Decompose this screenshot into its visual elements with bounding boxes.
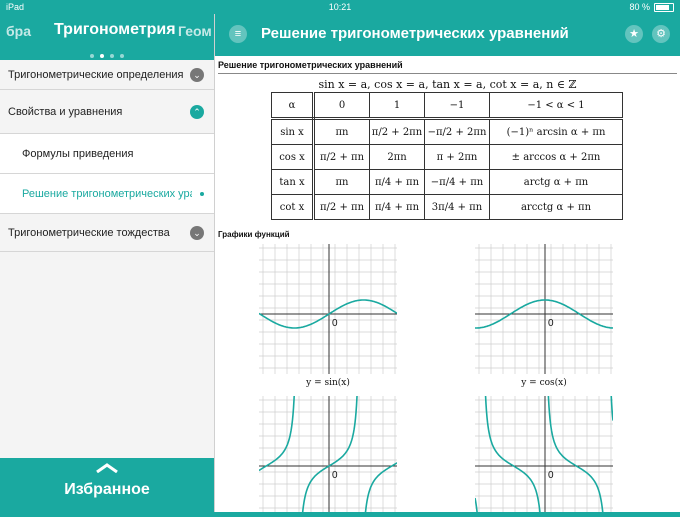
active-dot-icon bbox=[200, 191, 204, 196]
table-cell: arcctg α + πn bbox=[489, 194, 623, 220]
clock: 10:21 bbox=[328, 2, 352, 12]
favorites-label: Избранное bbox=[64, 481, 150, 498]
table-cell: π + 2πn bbox=[424, 144, 490, 170]
table-cell: π/4 + πn bbox=[369, 169, 425, 195]
table-cell: 2πn bbox=[369, 144, 425, 170]
table-cell: 3π/4 + πn bbox=[424, 194, 490, 220]
top-bar: ≡ Решение тригонометрических уравнений ★… bbox=[215, 14, 680, 56]
table-cell: (−1)ⁿ arcsin α + πn bbox=[489, 118, 623, 145]
table-cell: π/2 + πn bbox=[313, 144, 370, 170]
table-cell: tan x bbox=[271, 169, 315, 195]
sin-plot: 0 bbox=[258, 244, 398, 374]
table-cell: −π/4 + πn bbox=[424, 169, 490, 195]
table-row: cot x π/2 + πn π/4 + πn 3π/4 + πn arcctg… bbox=[271, 194, 623, 220]
table-cell: −1 bbox=[424, 92, 490, 120]
table-row: cos x π/2 + πn 2πn π + 2πn ± arccos α + … bbox=[271, 144, 623, 170]
sidebar-item-label: Решение тригонометрических урав bbox=[22, 187, 192, 200]
sidebar-item-label: Тригонометрические определения bbox=[8, 68, 184, 81]
chevron-up-icon bbox=[0, 461, 214, 475]
sidebar-item-definitions[interactable]: Тригонометрические определения ⌄ bbox=[0, 60, 214, 90]
function-curve bbox=[258, 388, 296, 472]
sidebar-item-solving[interactable]: Решение тригонометрических урав bbox=[0, 174, 214, 214]
battery-status: 80 % bbox=[629, 2, 674, 12]
content-panel: ≡ Решение тригонометрических уравнений ★… bbox=[215, 0, 680, 517]
chevron-down-icon: ⌄ bbox=[190, 67, 204, 82]
origin-label: 0 bbox=[548, 318, 554, 329]
table-row: tan x πn π/4 + πn −π/4 + πn arctg α + πn bbox=[271, 169, 623, 195]
tan-plot: 0 bbox=[258, 384, 398, 517]
battery-icon bbox=[654, 2, 674, 12]
table-cell: 0 bbox=[313, 92, 370, 120]
function-curve bbox=[484, 381, 542, 517]
origin-label: 0 bbox=[332, 470, 338, 481]
chevron-down-icon: ⌄ bbox=[190, 225, 204, 240]
table-cell: ± arccos α + 2πn bbox=[489, 144, 623, 170]
sidebar-item-label: Свойства и уравнения bbox=[8, 105, 123, 118]
sidebar-item-label: Формулы приведения bbox=[22, 147, 134, 160]
function-curve bbox=[474, 497, 479, 517]
origin-label: 0 bbox=[548, 470, 554, 481]
graph-tan: 0 bbox=[258, 384, 398, 517]
sidebar: бра Тригонометрия Геом Тригонометрически… bbox=[0, 0, 215, 512]
graphs-title: Графики функций bbox=[218, 230, 290, 239]
function-curve bbox=[547, 386, 605, 517]
table-cell: α bbox=[271, 92, 315, 120]
gear-icon[interactable]: ⚙ bbox=[652, 25, 670, 43]
section-switcher[interactable]: бра Тригонометрия Геом bbox=[0, 14, 214, 60]
section-heading: Решение тригонометрических уравнений bbox=[218, 60, 403, 70]
graph-caption: y = sin(x) bbox=[306, 378, 350, 388]
sidebar-item-label: Тригонометрические тождества bbox=[8, 226, 170, 239]
table-row: sin x πn π/2 + 2πn −π/2 + 2πn (−1)ⁿ arcs… bbox=[271, 118, 623, 145]
graph-sin: 0 y = sin(x) bbox=[258, 244, 398, 394]
star-icon[interactable]: ★ bbox=[625, 25, 643, 43]
function-curve bbox=[364, 462, 398, 517]
table-cell: πn bbox=[313, 169, 370, 195]
battery-percent: 80 % bbox=[629, 2, 650, 12]
cos-plot: 0 bbox=[475, 244, 614, 374]
status-bar: iPad 10:21 80 % bbox=[0, 0, 680, 14]
page-title: Решение тригонометрических уравнений bbox=[261, 25, 569, 42]
cot-plot: 0 bbox=[474, 376, 614, 517]
table-cell: sin x bbox=[271, 118, 315, 145]
table-cell: arctg α + πn bbox=[489, 169, 623, 195]
favorites-button[interactable]: Избранное bbox=[0, 458, 214, 512]
table-header-row: α 0 1 −1 −1 < α < 1 bbox=[271, 92, 623, 120]
origin-label: 0 bbox=[332, 318, 338, 329]
graph-cos: 0 y = cos(x) bbox=[475, 244, 614, 394]
table-cell: π/2 + 2πn bbox=[369, 118, 425, 145]
sidebar-item-reduction[interactable]: Формулы приведения bbox=[0, 134, 214, 174]
chevron-up-icon: ⌃ bbox=[190, 104, 204, 119]
table-cell: −1 < α < 1 bbox=[489, 92, 623, 120]
equations-formula: sin x = a, cos x = a, tan x = a, cot x =… bbox=[318, 78, 577, 91]
graph-cot: 0 bbox=[474, 376, 614, 517]
table-cell: 1 bbox=[369, 92, 425, 120]
current-section: Тригонометрия bbox=[54, 21, 176, 38]
sidebar-item-identities[interactable]: Тригонометрические тождества ⌄ bbox=[0, 214, 214, 252]
table-cell: π/2 + πn bbox=[313, 194, 370, 220]
sidebar-item-properties[interactable]: Свойства и уравнения ⌃ bbox=[0, 90, 214, 134]
table-cell: π/4 + πn bbox=[369, 194, 425, 220]
menu-icon[interactable]: ≡ bbox=[229, 25, 247, 43]
graph-caption: y = cos(x) bbox=[521, 378, 567, 388]
table-cell: cos x bbox=[271, 144, 315, 170]
next-section[interactable]: Геом bbox=[178, 23, 212, 39]
table-cell: πn bbox=[313, 118, 370, 145]
table-cell: −π/2 + 2πn bbox=[424, 118, 490, 145]
solutions-table: α 0 1 −1 −1 < α < 1 sin x πn π/2 + 2πn −… bbox=[271, 92, 623, 220]
table-cell: cot x bbox=[271, 194, 315, 220]
divider bbox=[218, 73, 677, 74]
prev-section[interactable]: бра bbox=[6, 23, 31, 39]
